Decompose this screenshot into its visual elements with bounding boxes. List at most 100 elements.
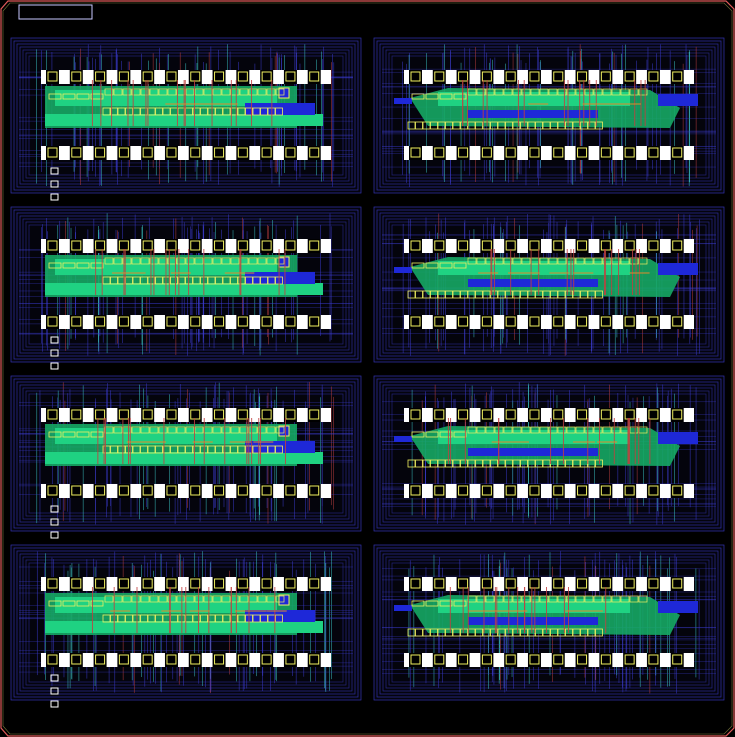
pad — [600, 240, 611, 251]
pad — [190, 578, 201, 589]
pad — [309, 409, 320, 420]
pad — [47, 409, 58, 420]
pad — [214, 654, 225, 665]
pad — [505, 578, 516, 589]
pad — [190, 409, 201, 420]
pad — [529, 71, 540, 82]
pad — [237, 316, 248, 327]
pad — [214, 409, 225, 420]
pad — [166, 147, 177, 158]
pad — [672, 316, 683, 327]
pad — [285, 316, 296, 327]
metal-blue-band — [658, 263, 698, 275]
metal-blue-band — [245, 610, 315, 622]
pad — [410, 147, 421, 158]
pad — [553, 147, 564, 158]
pad — [142, 654, 153, 665]
pad — [118, 409, 129, 420]
pad — [505, 71, 516, 82]
pad — [47, 578, 58, 589]
pad — [648, 316, 659, 327]
pad — [285, 654, 296, 665]
pad — [47, 485, 58, 496]
pad — [142, 485, 153, 496]
pad — [237, 578, 248, 589]
metal-blue-stub — [394, 436, 412, 442]
pad — [237, 147, 248, 158]
pad — [481, 578, 492, 589]
pad — [458, 654, 469, 665]
pad — [577, 71, 588, 82]
layout-block-6 — [373, 375, 725, 532]
pad — [214, 578, 225, 589]
metal-blue-band — [245, 441, 315, 453]
pad — [166, 240, 177, 251]
pad — [458, 147, 469, 158]
pad — [237, 654, 248, 665]
pad — [261, 485, 272, 496]
pad — [577, 147, 588, 158]
pad — [285, 578, 296, 589]
pad — [624, 409, 635, 420]
pad — [285, 71, 296, 82]
pad — [505, 147, 516, 158]
pad — [672, 654, 683, 665]
pad — [285, 409, 296, 420]
pad — [410, 409, 421, 420]
pad — [166, 485, 177, 496]
pad — [458, 316, 469, 327]
pad — [261, 316, 272, 327]
pad — [71, 147, 82, 158]
pad — [434, 240, 445, 251]
pad — [285, 240, 296, 251]
pad — [237, 485, 248, 496]
pad — [600, 147, 611, 158]
metal-blue-band — [245, 272, 315, 284]
pad — [481, 654, 492, 665]
pad — [190, 654, 201, 665]
pad — [118, 654, 129, 665]
layout-canvas — [0, 0, 735, 737]
pad — [95, 240, 106, 251]
metal-blue-stub — [394, 98, 412, 104]
pad — [118, 485, 129, 496]
metal-green-band — [45, 452, 323, 464]
pad — [624, 654, 635, 665]
pad — [529, 578, 540, 589]
pad — [166, 409, 177, 420]
pad — [672, 147, 683, 158]
metal-blue-band — [468, 279, 598, 287]
pad — [624, 147, 635, 158]
layout-block-5 — [10, 375, 362, 539]
pad — [553, 71, 564, 82]
pad — [118, 240, 129, 251]
layout-block-1 — [10, 37, 362, 201]
pad — [47, 316, 58, 327]
pad — [47, 71, 58, 82]
metal-blue-stub — [394, 267, 412, 273]
metal-blue-band — [468, 448, 598, 456]
pad — [190, 240, 201, 251]
pad — [624, 316, 635, 327]
pad — [47, 654, 58, 665]
pad — [71, 654, 82, 665]
pad — [434, 409, 445, 420]
pad — [672, 409, 683, 420]
pad — [410, 316, 421, 327]
pad — [410, 71, 421, 82]
pad — [648, 654, 659, 665]
pad — [71, 316, 82, 327]
pad — [505, 316, 516, 327]
pad — [600, 316, 611, 327]
pad — [505, 240, 516, 251]
pad — [600, 71, 611, 82]
pad — [214, 485, 225, 496]
pad — [285, 147, 296, 158]
pad — [672, 578, 683, 589]
pad — [481, 240, 492, 251]
pad — [237, 240, 248, 251]
pad — [190, 147, 201, 158]
pad — [214, 316, 225, 327]
pad — [261, 71, 272, 82]
pad — [577, 578, 588, 589]
